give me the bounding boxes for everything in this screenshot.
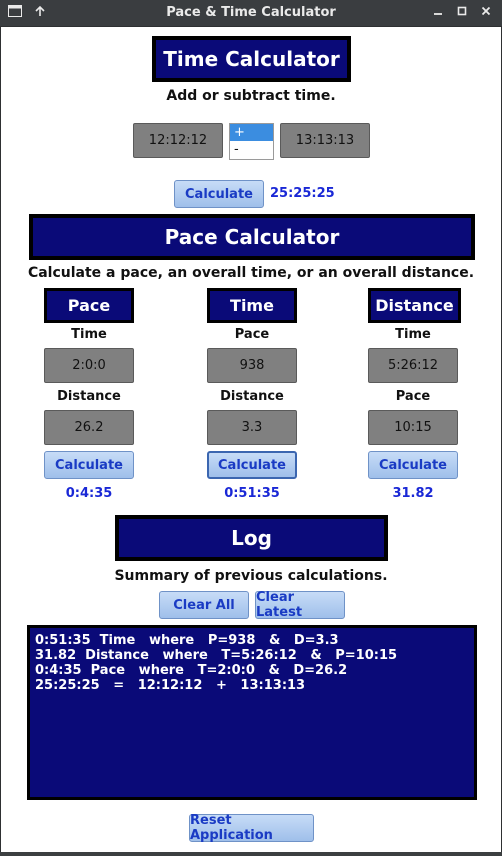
pace-time-label: Time	[71, 327, 107, 342]
log-entry: 25:25:25 = 12:12:12 + 13:13:13	[35, 678, 306, 693]
pace-result: 0:4:35	[65, 486, 113, 501]
distance-time-input[interactable]: 5:26:12	[368, 348, 458, 383]
minimize-icon[interactable]	[429, 4, 447, 22]
window-titlebar: Pace & Time Calculator	[0, 0, 502, 26]
pace-column-heading: Pace	[44, 288, 134, 323]
reset-application-button[interactable]: Reset Application	[189, 813, 314, 843]
distance-column-heading: Distance	[368, 288, 461, 323]
pace-calculate-button[interactable]: Calculate	[44, 451, 134, 479]
pace-calculator-subtitle: Calculate a pace, an overall time, or an…	[27, 265, 475, 281]
distance-result: 31.82	[392, 486, 434, 501]
pace-time-input[interactable]: 2:0:0	[44, 348, 134, 383]
time-calculate-button[interactable]: Calculate	[174, 180, 264, 208]
distance-calculate-button[interactable]: Calculate	[368, 451, 458, 479]
overall-time-calculate-button[interactable]: Calculate	[207, 451, 297, 479]
time-distance-label: Distance	[220, 389, 284, 404]
overall-time-result: 0:51:35	[224, 486, 280, 501]
operator-list[interactable]: + -	[229, 123, 274, 160]
log-text: 0:51:35 Time where P=938 & D=3.3 31.82 Di…	[30, 628, 474, 797]
window-bottom-border	[0, 852, 502, 856]
pace-calculator-heading: Pace Calculator	[29, 214, 475, 260]
app-window: Time Calculator Add or subtract time. 12…	[0, 26, 502, 854]
log-entry: 31.82 Distance where T=5:26:12 & P=10:15	[35, 648, 398, 663]
time-pace-input[interactable]: 938	[207, 348, 297, 383]
log-heading: Log	[115, 515, 388, 561]
distance-pace-label: Pace	[395, 389, 431, 404]
time-pace-label: Pace	[234, 327, 270, 342]
log-panel[interactable]: 0:51:35 Time where P=938 & D=3.3 31.82 Di…	[27, 625, 477, 800]
time-calculator-subtitle: Add or subtract time.	[166, 88, 336, 104]
time-distance-input[interactable]: 3.3	[207, 410, 297, 445]
clear-latest-button[interactable]: Clear Latest	[255, 590, 345, 620]
log-entry: 0:4:35 Pace where T=2:0:0 & D=26.2	[35, 663, 348, 678]
pace-distance-label: Distance	[57, 389, 121, 404]
time2-input[interactable]: 13:13:13	[280, 123, 370, 158]
distance-pace-input[interactable]: 10:15	[368, 410, 458, 445]
log-subtitle: Summary of previous calculations.	[114, 568, 388, 584]
time-column-heading: Time	[207, 288, 297, 323]
close-icon[interactable]	[477, 4, 495, 22]
time-result: 25:25:25	[270, 186, 335, 201]
time1-input[interactable]: 12:12:12	[133, 123, 223, 158]
pace-distance-input[interactable]: 26.2	[44, 410, 134, 445]
log-entry: 0:51:35 Time where P=938 & D=3.3	[35, 633, 339, 648]
clear-all-button[interactable]: Clear All	[159, 591, 249, 619]
operator-plus-option[interactable]: +	[230, 124, 273, 141]
window-title: Pace & Time Calculator	[166, 5, 336, 20]
distance-time-label: Time	[395, 327, 431, 342]
operator-minus-option[interactable]: -	[230, 141, 273, 158]
time-calculator-heading: Time Calculator	[152, 36, 351, 82]
maximize-icon[interactable]	[453, 4, 471, 22]
